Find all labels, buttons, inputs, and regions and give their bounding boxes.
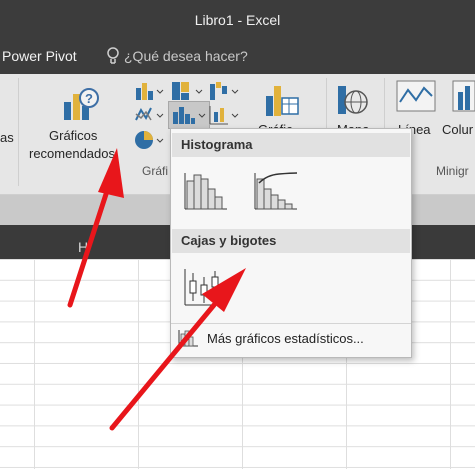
annotation-arrows [67, 148, 246, 431]
red-arrow-2-head [202, 268, 246, 312]
red-arrow-1-shaft [67, 185, 111, 308]
red-arrow-1-head [98, 148, 124, 198]
red-arrow-2-shaft [109, 302, 217, 431]
